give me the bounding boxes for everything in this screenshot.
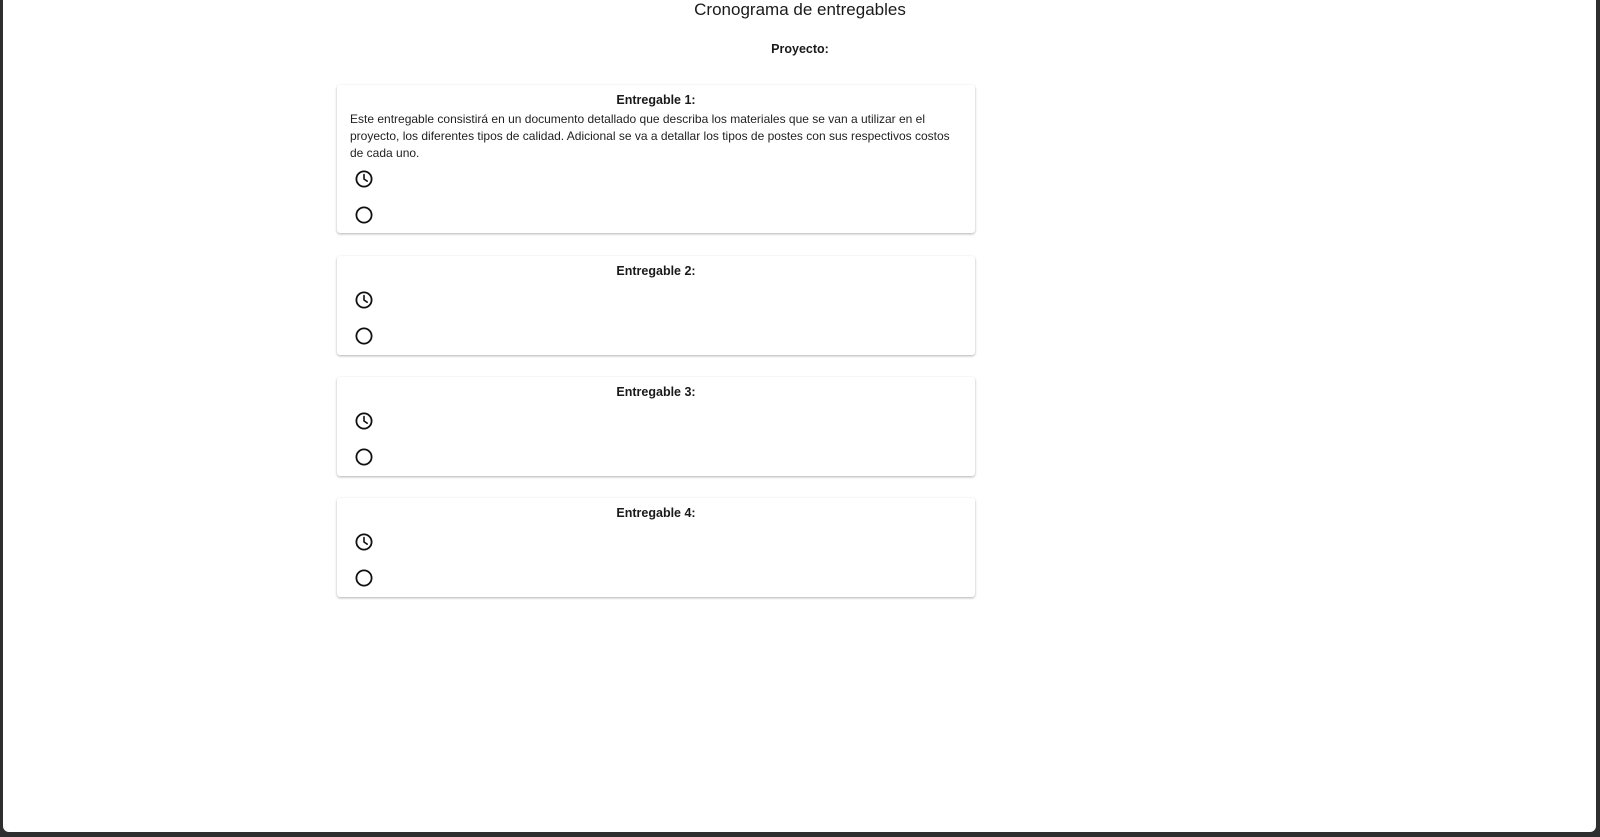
deliverable-title: Entregable 2: — [616, 264, 696, 278]
page-title: Cronograma de entregables — [694, 0, 906, 19]
circle-icon[interactable] — [354, 568, 374, 588]
deliverable-title: Entregable 1: — [616, 93, 696, 107]
clock-icon[interactable] — [354, 169, 374, 189]
deliverable-title: Entregable 4: — [616, 506, 696, 520]
clock-icon[interactable] — [354, 290, 374, 310]
deliverable-card-4: Entregable 4: — [337, 498, 975, 597]
deliverable-title: Entregable 3: — [616, 385, 696, 399]
project-label: Proyecto: — [771, 42, 829, 56]
deliverable-card-1: Entregable 1: Este entregable consistirá… — [337, 85, 975, 233]
deliverable-card-2: Entregable 2: — [337, 256, 975, 355]
deliverable-card-3: Entregable 3: — [337, 377, 975, 476]
circle-icon[interactable] — [354, 326, 374, 346]
clock-icon[interactable] — [354, 532, 374, 552]
deliverable-description: Este entregable consistirá en un documen… — [350, 112, 950, 160]
circle-icon[interactable] — [354, 447, 374, 467]
clock-icon[interactable] — [354, 411, 374, 431]
circle-icon[interactable] — [354, 205, 374, 225]
